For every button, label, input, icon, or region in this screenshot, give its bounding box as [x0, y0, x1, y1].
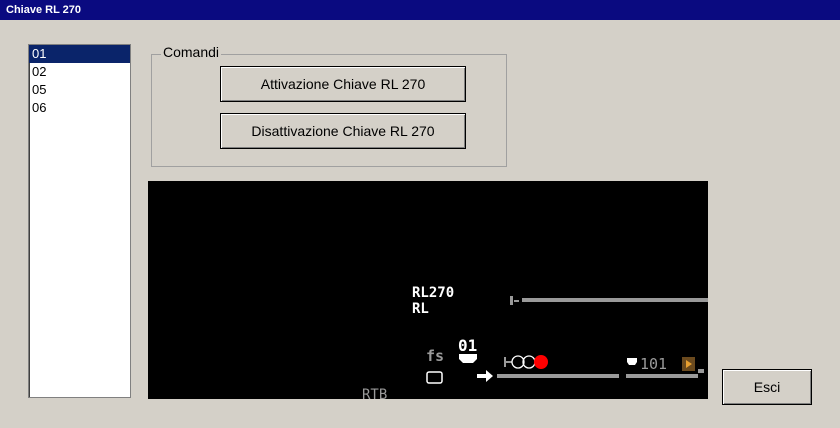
- activate-key-button[interactable]: Attivazione Chiave RL 270: [220, 66, 466, 102]
- window-title: Chiave RL 270: [0, 0, 840, 20]
- deactivate-key-button[interactable]: Disattivazione Chiave RL 270: [220, 113, 466, 149]
- rtb-label: RTB: [362, 387, 387, 399]
- track-diagram: RL270 RL fs 01 101 RTB: [148, 181, 708, 399]
- station-listbox[interactable]: 01 02 05 06: [28, 44, 131, 398]
- list-item[interactable]: 06: [29, 99, 130, 117]
- signal-lamp-1: [511, 355, 525, 369]
- track-shield-icon: [627, 358, 637, 365]
- list-item[interactable]: 01: [29, 45, 130, 63]
- fs-box-icon: [426, 371, 443, 384]
- lower-track-left: [497, 374, 619, 378]
- key-name-sublabel: RL: [412, 301, 429, 317]
- signal-mast-arm: [506, 361, 512, 363]
- upper-track-end-marker: [510, 296, 513, 305]
- list-item[interactable]: 02: [29, 63, 130, 81]
- key-name-label: RL270: [412, 285, 454, 301]
- signal-lamp-red: [534, 355, 548, 369]
- signal-lamp-2: [522, 355, 536, 369]
- signal-number-label: 01: [458, 336, 477, 355]
- upper-track-stub: [514, 300, 519, 302]
- lower-track-right: [626, 374, 698, 378]
- exit-button[interactable]: Esci: [722, 369, 812, 405]
- upper-track: [522, 298, 708, 302]
- direction-arrow-icon: [477, 370, 493, 382]
- commands-legend: Comandi: [161, 44, 222, 60]
- signal-shield-icon: [459, 354, 477, 363]
- signal-mast-base: [504, 357, 506, 367]
- lower-track-stub: [698, 369, 704, 373]
- list-item[interactable]: 05: [29, 81, 130, 99]
- fs-label: fs: [426, 347, 444, 365]
- track-number-label: 101: [640, 355, 667, 373]
